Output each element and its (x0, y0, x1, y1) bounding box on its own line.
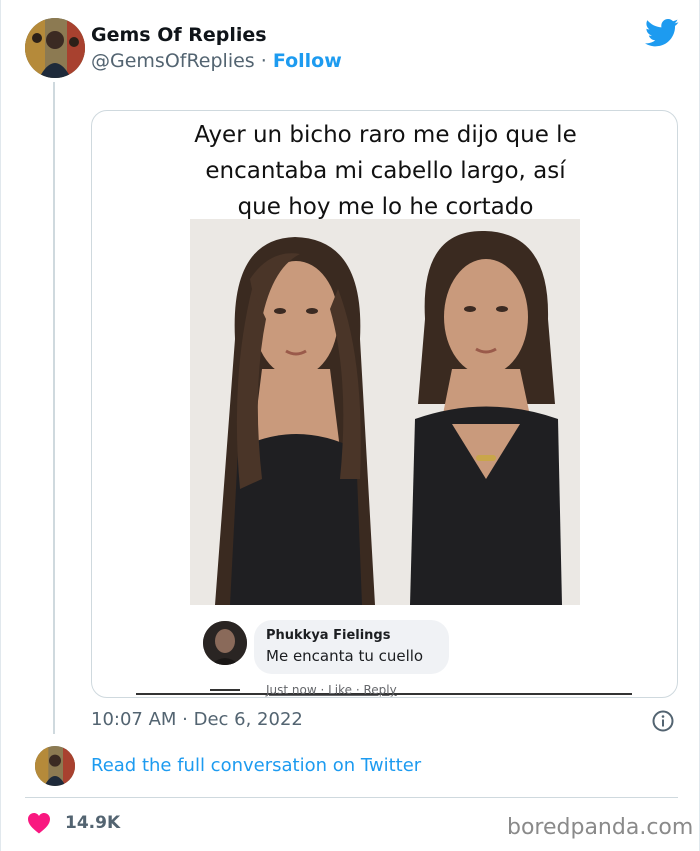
meme-caption: Ayer un bicho raro me dijo que le encant… (194, 122, 577, 220)
separator: · (260, 50, 267, 72)
comment-bubble: Phukkya Fielings Me encanta tu cuello (254, 620, 449, 674)
before-after-photo (190, 219, 580, 605)
reply-avatar (35, 746, 75, 786)
divider (25, 797, 678, 798)
comment-text: Me encanta tu cuello (266, 647, 424, 665)
like-count[interactable]: 14.9K (65, 813, 120, 833)
heart-icon[interactable] (27, 812, 51, 834)
read-conversation-link[interactable]: Read the full conversation on Twitter (91, 755, 421, 776)
author-meta: @GemsOfReplies · Follow (91, 50, 342, 72)
watermark: boredpanda.com (507, 815, 694, 840)
author-avatar[interactable] (25, 18, 85, 78)
comment-divider-left (210, 689, 240, 691)
commenter-name: Phukkya Fielings (266, 628, 391, 643)
follow-button[interactable]: Follow (273, 50, 342, 72)
thread-line (53, 82, 55, 734)
info-icon[interactable] (652, 710, 674, 732)
comment-actions: Just now · Like · Reply (266, 683, 397, 697)
commenter-avatar (203, 621, 247, 665)
tweet-timestamp[interactable]: 10:07 AM · Dec 6, 2022 (91, 709, 303, 730)
author-name[interactable]: Gems Of Replies (91, 24, 267, 46)
tweet-card: Gems Of Replies @GemsOfReplies · Follow … (0, 0, 700, 851)
author-handle[interactable]: @GemsOfReplies (91, 50, 255, 72)
twitter-bird-icon[interactable] (645, 18, 679, 48)
tweet-media[interactable]: Ayer un bicho raro me dijo que le encant… (91, 110, 678, 698)
